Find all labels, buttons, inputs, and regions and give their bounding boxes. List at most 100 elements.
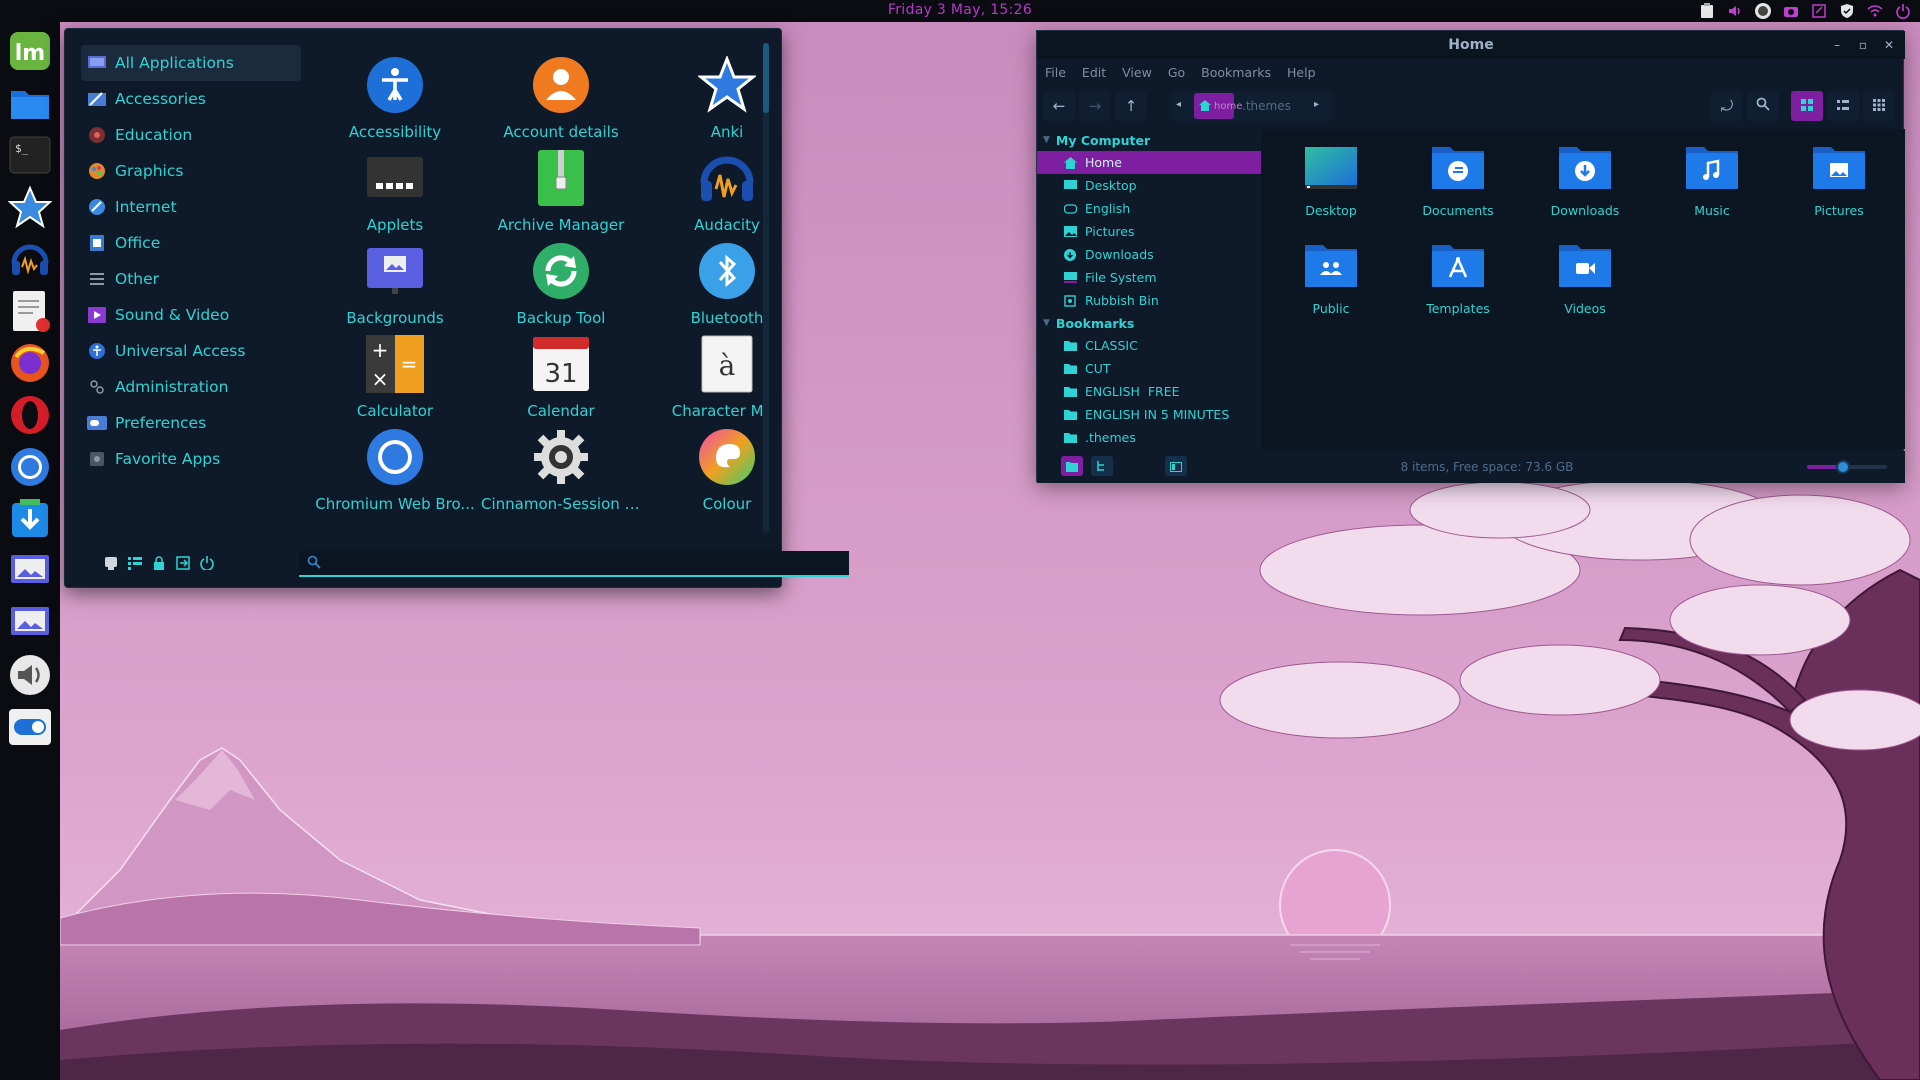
file-item-templates[interactable]: Templates bbox=[1398, 241, 1518, 331]
category-all-applications[interactable]: All Applications bbox=[81, 45, 301, 81]
zoom-slider[interactable] bbox=[1807, 460, 1887, 474]
sidebar-item-desktop[interactable]: Desktop bbox=[1037, 174, 1261, 197]
sidebar-section-bookmarks[interactable]: ▼ Bookmarks bbox=[1037, 312, 1261, 334]
category-office[interactable]: Office bbox=[81, 225, 301, 261]
category-universal-access[interactable]: Universal Access bbox=[81, 333, 301, 369]
headphones-icon[interactable] bbox=[7, 236, 53, 282]
window-titlebar[interactable]: Home – ▫ ✕ bbox=[1037, 31, 1905, 59]
maximize-icon[interactable]: ▫ bbox=[1855, 37, 1871, 53]
clipboard-icon[interactable] bbox=[1698, 2, 1716, 20]
image-viewer-icon[interactable] bbox=[7, 600, 53, 646]
app-calendar[interactable]: 31 Calendar bbox=[481, 334, 641, 424]
file-view[interactable]: Desktop Documents Downloads Music Pictur… bbox=[1261, 129, 1905, 449]
power-icon[interactable] bbox=[197, 553, 217, 573]
breadcrumb-right-icon[interactable]: ▸ bbox=[1314, 99, 1328, 113]
app-archive-manager[interactable]: Archive Manager bbox=[481, 148, 641, 238]
category-education[interactable]: Education bbox=[81, 117, 301, 153]
category-sound-video[interactable]: Sound & Video bbox=[81, 297, 301, 333]
category-internet[interactable]: Internet bbox=[81, 189, 301, 225]
breadcrumb-current[interactable]: .themes bbox=[1242, 99, 1291, 113]
forward-button[interactable]: → bbox=[1079, 91, 1111, 121]
file-item-downloads[interactable]: Downloads bbox=[1525, 143, 1645, 233]
sidebar-section-my-computer[interactable]: ▼ My Computer bbox=[1037, 129, 1261, 151]
app-audacity[interactable]: Audacity bbox=[647, 148, 765, 238]
speaker-icon[interactable] bbox=[7, 652, 53, 698]
sidebar-item-english[interactable]: English bbox=[1037, 197, 1261, 220]
close-icon[interactable]: ✕ bbox=[1881, 37, 1897, 53]
sidebar-item-rubbish-bin[interactable]: Rubbish Bin bbox=[1037, 289, 1261, 312]
star-icon[interactable] bbox=[7, 184, 53, 230]
wifi-icon[interactable] bbox=[1866, 2, 1884, 20]
category-administration[interactable]: Administration bbox=[81, 369, 301, 405]
menu-go[interactable]: Go bbox=[1168, 61, 1185, 85]
clock[interactable]: Friday 3 May, 15:26 bbox=[0, 2, 1920, 18]
toggle-sidebar-button[interactable] bbox=[1165, 456, 1187, 476]
app-bluetooth[interactable]: Bluetooth bbox=[647, 241, 765, 331]
menu-file[interactable]: File bbox=[1045, 61, 1066, 85]
app-anki[interactable]: Anki bbox=[647, 55, 765, 145]
screenshot-icon[interactable] bbox=[1782, 2, 1800, 20]
app-colour[interactable]: Colour bbox=[647, 427, 765, 517]
list-icon[interactable] bbox=[125, 553, 145, 573]
file-item-documents[interactable]: Documents bbox=[1398, 143, 1518, 233]
app-calculator[interactable]: + × = Calculator bbox=[315, 334, 475, 424]
zoom-slider-handle[interactable] bbox=[1836, 460, 1850, 474]
menu-view[interactable]: View bbox=[1122, 61, 1152, 85]
chromium-icon[interactable] bbox=[7, 444, 53, 490]
sidebar-item-file-system[interactable]: File System bbox=[1037, 266, 1261, 289]
toggle-location-button[interactable]: ⤾ bbox=[1711, 91, 1743, 121]
category-favorite-apps[interactable]: Favorite Apps bbox=[81, 441, 301, 477]
breadcrumb-home[interactable]: home bbox=[1194, 93, 1242, 119]
sidebar-item-english-in-5-minutes[interactable]: ENGLISH IN 5 MINUTES bbox=[1037, 403, 1261, 426]
computer-icon[interactable] bbox=[101, 553, 121, 573]
sidebar-item-cut[interactable]: CUT bbox=[1037, 357, 1261, 380]
file-item-videos[interactable]: Videos bbox=[1525, 241, 1645, 331]
power-icon[interactable] bbox=[1894, 2, 1912, 20]
sidebar-item-themes[interactable]: .themes bbox=[1037, 426, 1261, 449]
logout-icon[interactable] bbox=[173, 553, 193, 573]
app-cinnamon-session[interactable]: Cinnamon-Session --... bbox=[481, 427, 641, 517]
file-item-public[interactable]: Public bbox=[1271, 241, 1391, 331]
sidebar-item-classic[interactable]: CLASSIC bbox=[1037, 334, 1261, 357]
download-icon[interactable] bbox=[7, 496, 53, 542]
shield-icon[interactable] bbox=[1838, 2, 1856, 20]
terminal-icon[interactable]: $_ bbox=[7, 132, 53, 178]
show-tree-button[interactable] bbox=[1091, 456, 1113, 476]
list-view-button[interactable] bbox=[1827, 91, 1859, 121]
minimize-icon[interactable]: – bbox=[1829, 37, 1845, 53]
app-backgrounds[interactable]: Backgrounds bbox=[315, 241, 475, 331]
brightness-icon[interactable] bbox=[1754, 2, 1772, 20]
file-item-music[interactable]: Music bbox=[1652, 143, 1772, 233]
volume-icon[interactable] bbox=[1726, 2, 1744, 20]
sidebar-item-downloads[interactable]: Downloads bbox=[1037, 243, 1261, 266]
category-preferences[interactable]: Preferences bbox=[81, 405, 301, 441]
lock-icon[interactable] bbox=[149, 553, 169, 573]
app-account-details[interactable]: Account details bbox=[481, 55, 641, 145]
category-accessories[interactable]: Accessories bbox=[81, 81, 301, 117]
sidebar-item-home[interactable]: Home bbox=[1037, 151, 1261, 174]
app-applets[interactable]: Applets bbox=[315, 148, 475, 238]
notes-icon[interactable] bbox=[1810, 2, 1828, 20]
sidebar-item-pictures[interactable]: Pictures bbox=[1037, 220, 1261, 243]
opera-icon[interactable] bbox=[7, 392, 53, 438]
file-item-desktop[interactable]: Desktop bbox=[1271, 143, 1391, 233]
category-other[interactable]: Other bbox=[81, 261, 301, 297]
menu-edit[interactable]: Edit bbox=[1082, 61, 1106, 85]
toggle-icon[interactable] bbox=[7, 704, 53, 750]
menu-bookmarks[interactable]: Bookmarks bbox=[1201, 61, 1271, 85]
app-backup-tool[interactable]: Backup Tool bbox=[481, 241, 641, 331]
menu-help[interactable]: Help bbox=[1287, 61, 1316, 85]
scrollbar-thumb[interactable] bbox=[763, 43, 769, 113]
image-viewer-icon[interactable] bbox=[7, 548, 53, 594]
file-item-pictures[interactable]: Pictures bbox=[1779, 143, 1899, 233]
app-chromium[interactable]: Chromium Web Bro... bbox=[315, 427, 475, 517]
folder-icon[interactable] bbox=[7, 80, 53, 126]
search-button[interactable] bbox=[1747, 91, 1779, 121]
sidebar-item-english-free[interactable]: ENGLISH FREE bbox=[1037, 380, 1261, 403]
icon-view-button[interactable] bbox=[1791, 91, 1823, 121]
app-accessibility[interactable]: Accessibility bbox=[315, 55, 475, 145]
search-input[interactable] bbox=[329, 555, 829, 571]
linux-mint-icon[interactable]: lm bbox=[7, 28, 53, 74]
firefox-icon[interactable] bbox=[7, 340, 53, 386]
app-character-map[interactable]: à Character Map bbox=[647, 334, 765, 424]
